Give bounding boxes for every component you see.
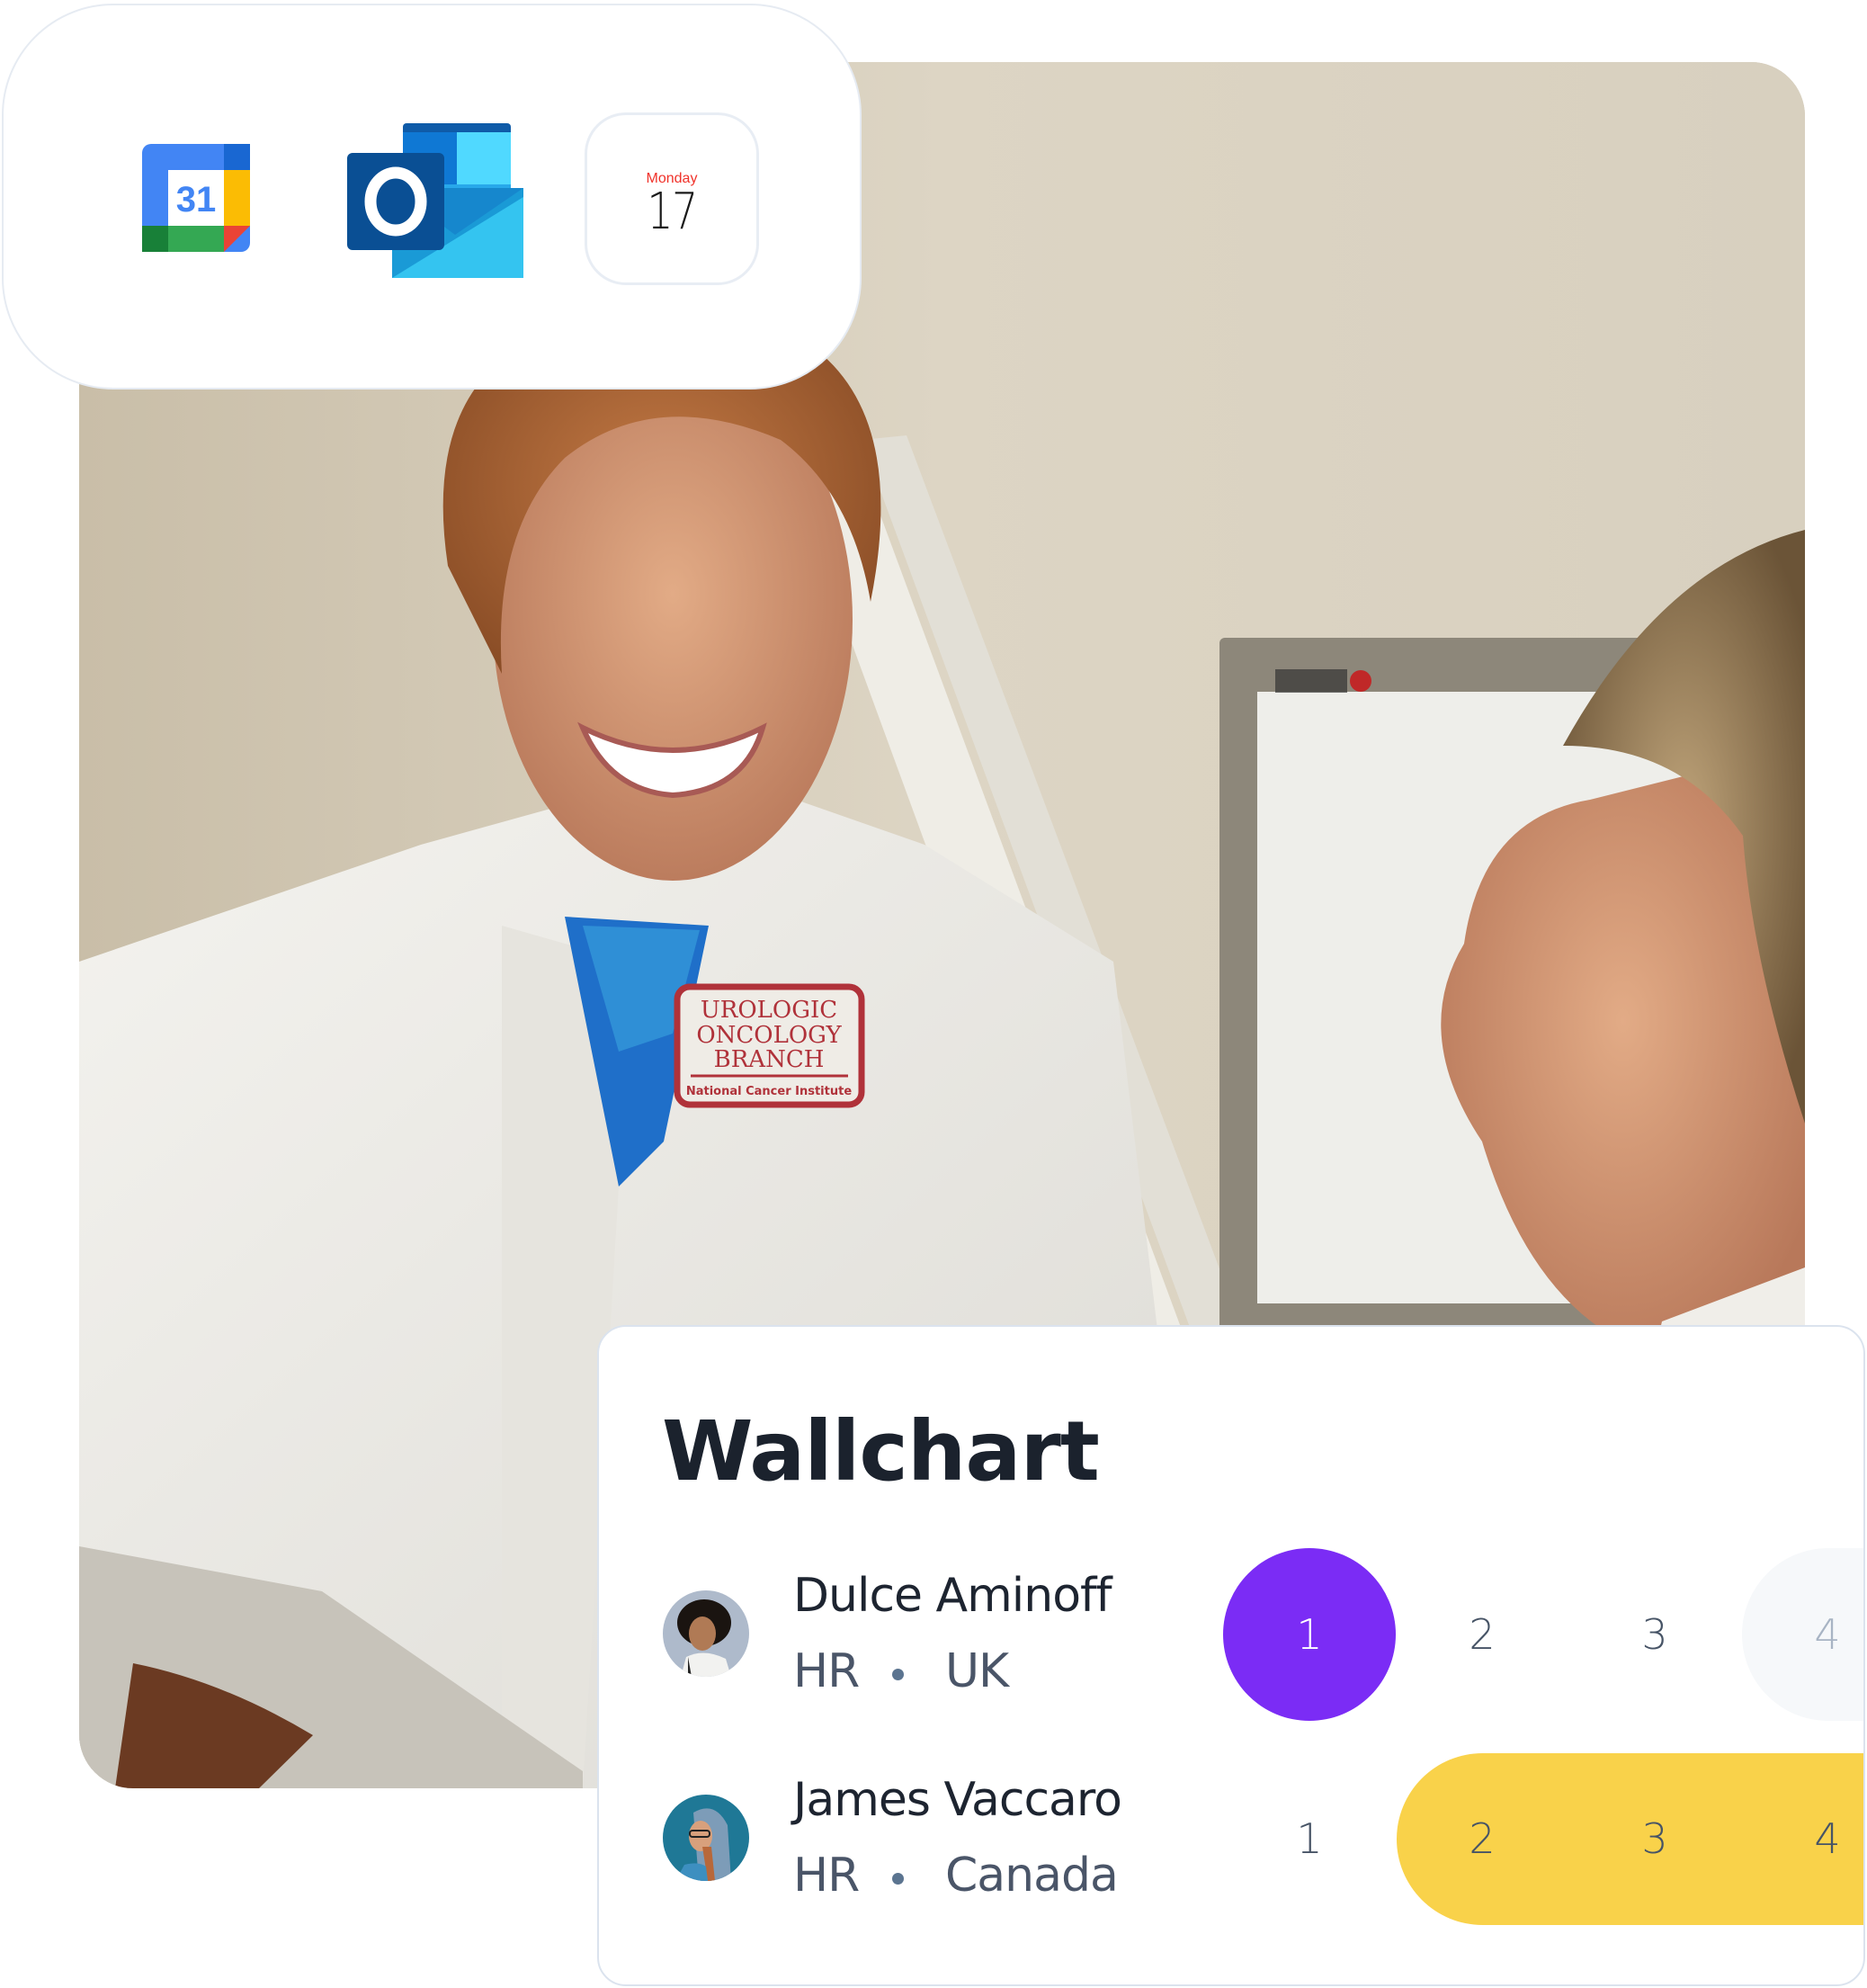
day-cell-3[interactable]: 3 [1568, 1548, 1741, 1721]
person-department: HR [793, 1644, 860, 1698]
day-cell-3[interactable]: 3 [1568, 1752, 1741, 1925]
day-cell-1[interactable]: 1 [1223, 1548, 1396, 1721]
day-cell-2[interactable]: 2 [1396, 1548, 1568, 1721]
person-meta: HR UK [793, 1644, 1009, 1698]
avatar [663, 1590, 749, 1677]
wallchart-row: James Vaccaro HR Canada 1 2 3 4 [599, 1751, 1863, 1926]
person-name[interactable]: James Vaccaro [793, 1773, 1122, 1827]
separator-dot-icon [892, 1872, 904, 1885]
calendar-integrations-card: 31 Monday 17 [2, 4, 862, 390]
wallchart-row: Dulce Aminoff HR UK 1 2 3 4 [599, 1547, 1863, 1722]
google-calendar-date: 31 [176, 180, 217, 219]
patch-subtitle: National Cancer Institute [686, 1085, 852, 1098]
day-cell-2[interactable]: 2 [1396, 1752, 1568, 1925]
day-cell-4[interactable]: 4 [1741, 1548, 1863, 1721]
person-department: HR [793, 1849, 860, 1903]
person-location: UK [945, 1644, 1009, 1698]
google-calendar-icon[interactable]: 31 [142, 144, 250, 252]
wallchart-title: Wallchart [662, 1403, 1100, 1500]
day-cell-4[interactable]: 4 [1741, 1752, 1863, 1925]
day-cell-1[interactable]: 1 [1223, 1752, 1396, 1925]
apple-calendar-date: 17 [647, 183, 698, 241]
separator-dot-icon [892, 1668, 904, 1680]
patch-line-2: ONCOLOGY [696, 1022, 842, 1049]
patch-line-3: BRANCH [714, 1046, 825, 1073]
avatar [663, 1795, 749, 1881]
apple-calendar-icon[interactable]: Monday 17 [585, 112, 759, 285]
person-name[interactable]: Dulce Aminoff [793, 1569, 1112, 1623]
person-meta: HR Canada [793, 1849, 1119, 1903]
wallchart-card: Wallchart Dulce Aminoff HR UK 1 2 3 4 Ja… [597, 1325, 1865, 1986]
coat-patch: UROLOGIC ONCOLOGY BRANCH National Cancer… [674, 983, 865, 1108]
person-location: Canada [945, 1849, 1119, 1903]
outlook-icon[interactable] [347, 123, 523, 278]
patch-line-1: UROLOGIC [701, 997, 837, 1024]
